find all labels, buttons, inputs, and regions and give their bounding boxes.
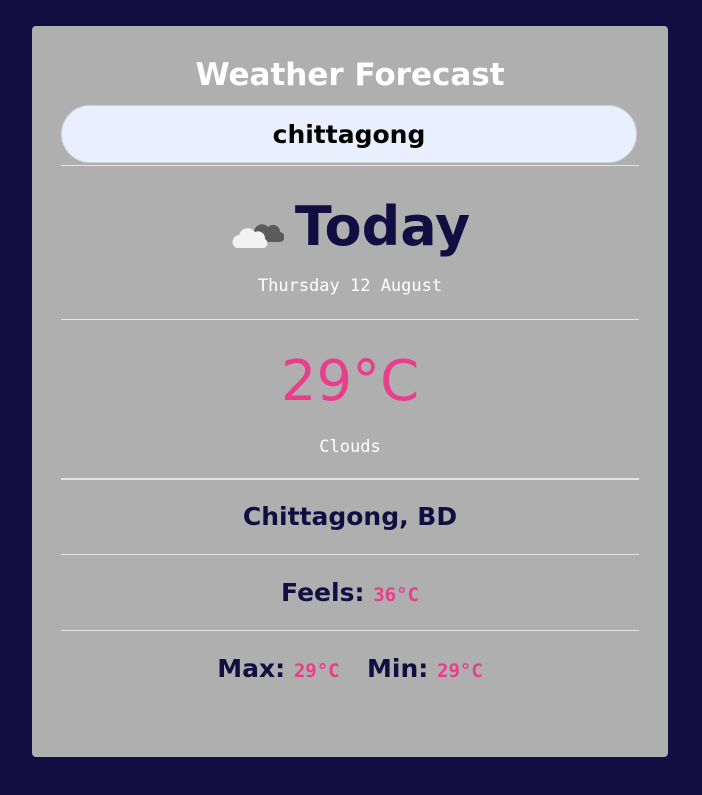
divider: [61, 630, 639, 631]
feels-label: Feels:: [281, 578, 365, 607]
max-value: 29°C: [293, 660, 340, 682]
feels-like-row: Feels: 36°C: [32, 576, 668, 612]
max-label: Max:: [217, 654, 286, 683]
weather-card: Weather Forecast Today Thursday 12 Augus…: [32, 26, 668, 757]
location-name: Chittagong, BD: [242, 502, 458, 531]
weather-condition: Clouds: [319, 437, 381, 457]
date-text: Thursday 12 August: [257, 276, 443, 296]
city-search-input[interactable]: [61, 105, 637, 163]
current-temperature: 29°C: [280, 349, 420, 414]
app-title: Weather Forecast: [195, 57, 505, 93]
cloud-icon: [232, 224, 284, 248]
divider: [61, 165, 639, 166]
min-value: 29°C: [437, 660, 483, 682]
feels-value: 36°C: [373, 584, 419, 606]
min-label: Min:: [367, 654, 429, 683]
today-label: Today: [294, 195, 471, 258]
divider: [61, 554, 639, 555]
divider: [61, 478, 639, 480]
divider: [61, 319, 639, 320]
today-header: Today: [32, 196, 668, 258]
min-max-row: Max: 29°C Min: 29°C: [32, 652, 668, 688]
